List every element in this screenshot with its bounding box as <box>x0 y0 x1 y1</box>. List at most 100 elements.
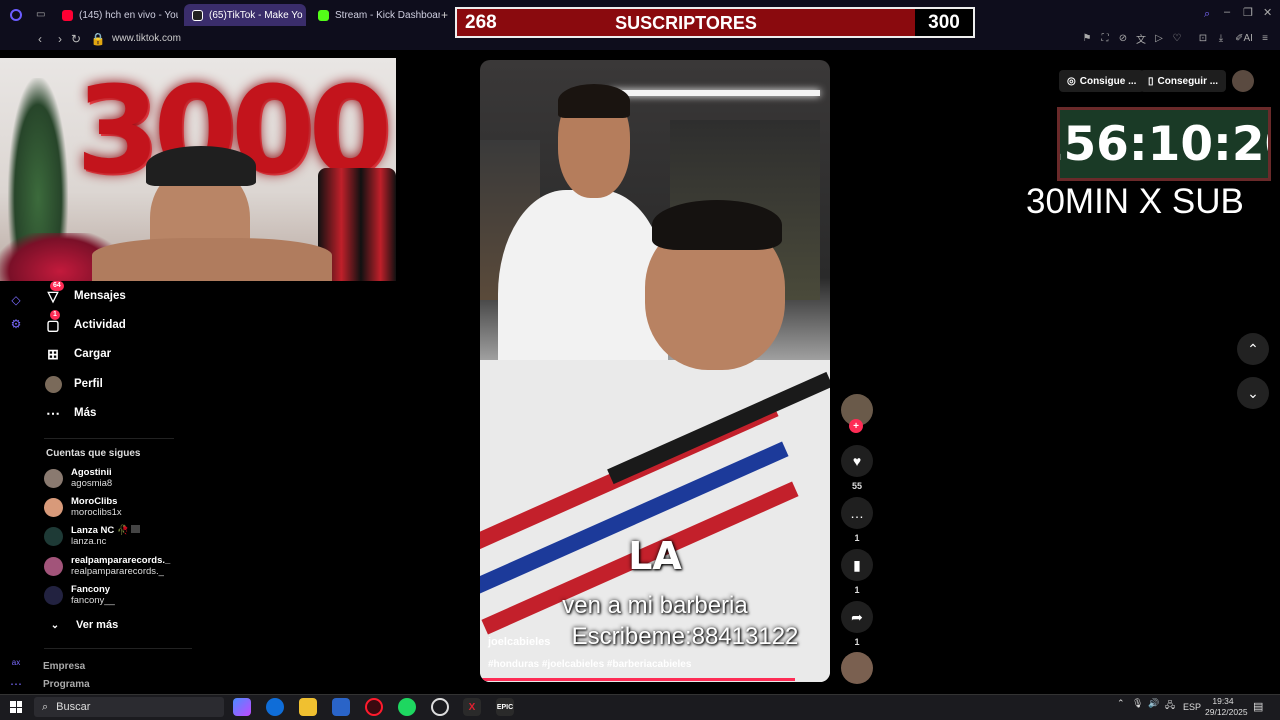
tab-tiktok[interactable]: (65)TikTok - Make Yo <box>184 4 306 26</box>
badge: 1 <box>50 310 60 320</box>
windows-start-icon[interactable] <box>10 701 22 713</box>
get-app-button[interactable]: ▯ Conseguir ... <box>1140 70 1227 92</box>
account-handle: agosmia8 <box>71 478 113 489</box>
account-name: Lanza NC 🥀 <box>71 525 141 536</box>
avatar-icon <box>44 375 62 393</box>
account-name: MoroClibs <box>71 496 118 507</box>
back-icon[interactable]: ‹ <box>32 31 48 47</box>
ai-icon[interactable]: ✐AI <box>1234 31 1254 45</box>
spotify-icon[interactable] <box>398 698 416 716</box>
profile-avatar[interactable] <box>1232 70 1254 92</box>
divider <box>44 438 174 439</box>
share-icon: ➦ <box>851 608 863 625</box>
save-button[interactable]: ▮ <box>841 549 873 581</box>
nav-mas[interactable]: ⋯ Más <box>44 400 96 426</box>
avatar <box>44 526 63 546</box>
timer-value: 156:10:20 <box>1060 116 1268 172</box>
previous-video-button[interactable]: ⌃ <box>1237 333 1269 365</box>
app-icon[interactable]: X <box>463 698 481 716</box>
reload-icon[interactable]: ↻ <box>68 31 84 47</box>
tab-kick[interactable]: Stream - Kick Dashboard <box>310 4 440 26</box>
video-hashtags[interactable]: #honduras #joelcabieles #barberiacabiele… <box>488 659 691 670</box>
opera-logo-icon[interactable] <box>10 9 22 21</box>
clock-time: 19:34 <box>1212 696 1234 706</box>
opera-gx-icon[interactable] <box>365 698 383 716</box>
download-icon[interactable]: ⤓ <box>1214 31 1228 45</box>
forward-icon[interactable]: › <box>52 31 68 47</box>
clock[interactable]: 19:34 29/12/2025 <box>1205 696 1248 718</box>
subathon-timer: 156:10:20 <box>1057 107 1271 181</box>
phone-icon: ▯ <box>1148 75 1154 87</box>
next-video-button[interactable]: ⌄ <box>1237 377 1269 409</box>
speaker-icon[interactable]: 🔊 <box>1148 698 1159 709</box>
close-button[interactable]: ✕ <box>1263 6 1272 19</box>
nav-actividad[interactable]: ▢ 1 Actividad <box>44 310 126 338</box>
tab-overview-icon[interactable]: ▭ <box>36 9 45 20</box>
messenger-icon[interactable]: ◇ <box>8 292 24 308</box>
more-rail-icon[interactable]: ⋯ <box>8 676 24 692</box>
nav-label: Actividad <box>74 319 126 331</box>
store-icon[interactable] <box>332 698 350 716</box>
nav-mensajes[interactable]: ▽ 64 Mensajes <box>44 281 126 309</box>
get-coins-button[interactable]: ◎ Consigue ... <box>1059 70 1145 92</box>
following-account[interactable]: MoroClibs moroclibs1x <box>44 496 122 518</box>
comment-button[interactable]: … <box>841 497 873 529</box>
snapshot-icon[interactable]: ⛶ <box>1098 31 1112 45</box>
more-icon: ⋯ <box>46 404 60 421</box>
extensions-icon[interactable]: ax <box>8 654 24 670</box>
heart-icon: ♥ <box>852 453 862 469</box>
taskbar-search[interactable]: ⌕ Buscar <box>34 697 224 717</box>
language-indicator[interactable]: ESP <box>1183 702 1201 712</box>
share-count: 1 <box>854 637 860 647</box>
bookmark-icon[interactable]: ⚑ <box>1080 31 1094 45</box>
following-account[interactable]: realpampararecords._ realpampararecords._ <box>44 555 170 577</box>
notifications-icon[interactable]: ▤ <box>1253 700 1263 713</box>
tray-chevron-icon[interactable]: ⌃ <box>1117 698 1125 709</box>
message-icon: ▢ 1 <box>46 310 60 333</box>
search-icon[interactable]: ⌕ <box>1204 8 1210 21</box>
footer-link-programa[interactable]: Programa <box>43 679 90 690</box>
video-player[interactable]: LA ven a mi barberia Escribeme:88413122 … <box>480 60 830 682</box>
nav-cargar[interactable]: ⊞ Cargar <box>44 341 111 367</box>
play-icon[interactable]: ▷ <box>1152 31 1166 45</box>
like-button[interactable]: ♥ <box>841 445 873 477</box>
edge-icon[interactable] <box>266 698 284 716</box>
follow-plus-icon[interactable]: + <box>849 419 863 433</box>
following-account[interactable]: Fancony fancony__ <box>44 584 115 606</box>
chevron-down-icon: ⌄ <box>50 619 60 631</box>
heart-icon[interactable]: ♡ <box>1170 31 1184 45</box>
video-progress[interactable] <box>480 678 795 681</box>
settings-icon[interactable]: ⚙ <box>8 316 24 332</box>
copilot-icon[interactable] <box>233 698 251 716</box>
wallet-icon[interactable]: ⊡ <box>1196 31 1210 45</box>
network-icon[interactable]: 🖧 <box>1165 698 1175 714</box>
footer-link-empresa[interactable]: Empresa <box>43 661 85 672</box>
subscriber-goal-label: SUSCRIPTORES <box>615 13 757 33</box>
file-explorer-icon[interactable] <box>299 698 317 716</box>
maximize-button[interactable]: ❐ <box>1243 6 1253 19</box>
url-field[interactable]: www.tiktok.com <box>112 31 181 47</box>
following-account[interactable]: Lanza NC 🥀 lanza.nc <box>44 525 141 547</box>
menu-icon[interactable]: ≡ <box>1258 31 1272 45</box>
share-button[interactable]: ➦ <box>841 601 873 633</box>
minimize-button[interactable]: – <box>1224 6 1230 18</box>
video-author[interactable]: joelcabieles <box>488 636 550 648</box>
following-account[interactable]: Agostinii agosmia8 <box>44 467 112 489</box>
following-title: Cuentas que sigues <box>46 448 141 459</box>
translate-icon[interactable]: 文 <box>1134 31 1148 46</box>
badge: 64 <box>50 281 64 291</box>
obs-icon[interactable] <box>431 698 449 716</box>
tab-label: (65)TikTok - Make Yo <box>209 9 303 21</box>
webcam-overlay: 3000 <box>0 58 396 281</box>
like-count: 55 <box>851 481 862 491</box>
new-tab-button[interactable]: + <box>441 8 448 22</box>
nav-perfil[interactable]: Perfil <box>44 371 103 397</box>
see-more-button[interactable]: ⌄ Ver más <box>46 612 118 638</box>
epic-games-icon[interactable]: EPIC <box>496 698 514 716</box>
subscriber-target: 300 <box>915 9 973 36</box>
adblock-icon[interactable]: ⊘ <box>1116 31 1130 45</box>
tab-youtube[interactable]: (145) hch en vivo - YouTub <box>54 4 178 26</box>
music-disc-avatar[interactable] <box>841 652 873 684</box>
microphone-icon[interactable]: 🎙 <box>1132 698 1143 709</box>
plus-square-icon: ⊞ <box>47 345 59 362</box>
